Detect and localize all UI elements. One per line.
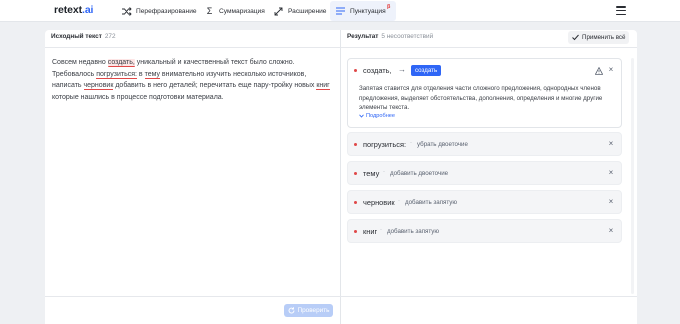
list-icon bbox=[335, 6, 346, 17]
footer-divider bbox=[45, 296, 637, 297]
source-title: Исходный текст 272 bbox=[51, 33, 116, 40]
hamburger-icon[interactable] bbox=[616, 6, 626, 15]
text-segment: которые нашлись в процессе подготовки ма… bbox=[52, 93, 224, 101]
error-word: тему bbox=[363, 169, 380, 178]
source-char-count: 272 bbox=[104, 33, 116, 40]
nav-punctuation[interactable]: Пунктуация β bbox=[330, 1, 396, 21]
panel-divider bbox=[340, 30, 341, 324]
error-highlight[interactable]: создать, bbox=[107, 59, 135, 67]
fix-hint: убрать двоеточие bbox=[417, 141, 468, 148]
top-bar: retext.ai Перефразирование Σ Суммаризаци… bbox=[0, 0, 680, 22]
fix-hint: добавить двоеточие bbox=[390, 170, 449, 177]
error-word: создать, bbox=[363, 66, 392, 75]
beta-badge: β bbox=[387, 4, 391, 10]
nav-punctuation-label: Пунктуация bbox=[350, 7, 386, 15]
result-footer bbox=[341, 297, 637, 324]
error-dot bbox=[354, 143, 357, 146]
source-text[interactable]: Совсем недавно создать, уникальный и кач… bbox=[52, 57, 330, 103]
refresh-icon bbox=[288, 307, 294, 314]
warning-icon[interactable] bbox=[595, 67, 603, 75]
close-icon[interactable]: × bbox=[607, 169, 615, 177]
logo[interactable]: retext.ai bbox=[54, 4, 93, 16]
rule-description: Запятая ставится для отделения части сло… bbox=[359, 85, 603, 112]
check-button-label: Проверить bbox=[297, 307, 330, 314]
suggestion-card-expanded[interactable]: создать, → создать × Запятая ставится дл… bbox=[347, 58, 622, 128]
error-dot bbox=[354, 172, 357, 175]
more-link[interactable]: Подробнее bbox=[359, 113, 395, 119]
error-highlight[interactable]: книг bbox=[316, 82, 330, 91]
close-icon[interactable]: × bbox=[607, 66, 615, 74]
error-dot bbox=[354, 69, 357, 72]
separator-dot: · bbox=[383, 169, 385, 175]
sigma-icon: Σ bbox=[206, 6, 213, 16]
suggestion-row[interactable]: книг · добавить запятую × bbox=[347, 219, 622, 243]
nav-summarize[interactable]: Σ Суммаризация bbox=[199, 0, 270, 22]
result-title: Результат 5 несоответствий bbox=[347, 33, 434, 40]
apply-all-label: Применить всё bbox=[582, 34, 626, 41]
error-dot bbox=[354, 230, 357, 233]
close-icon[interactable]: × bbox=[607, 140, 615, 148]
separator-dot: · bbox=[398, 198, 400, 204]
fix-hint: добавить запятую bbox=[405, 199, 458, 206]
suggestion-chip[interactable]: создать bbox=[411, 65, 442, 76]
result-header-divider bbox=[341, 47, 637, 48]
text-segment: добавить в него деталей; перечитать еще … bbox=[113, 82, 317, 90]
close-icon[interactable]: × bbox=[607, 227, 615, 235]
text-segment: Совсем недавно bbox=[52, 59, 108, 66]
result-scrollbar[interactable] bbox=[631, 58, 634, 294]
nav-summarize-label: Суммаризация bbox=[219, 7, 265, 15]
nav-paraphrase[interactable]: Перефразирование bbox=[116, 0, 202, 22]
check-button[interactable]: Проверить bbox=[284, 304, 333, 317]
mismatch-count: 5 несоответствий bbox=[381, 33, 434, 40]
text-segment: в bbox=[136, 70, 145, 78]
suggestion-row[interactable]: черновик · добавить запятую × bbox=[347, 190, 622, 214]
arrow-right-icon: → bbox=[398, 65, 406, 74]
nav-expand-label: Расширение bbox=[288, 7, 327, 15]
error-word: книг bbox=[363, 227, 378, 236]
error-word: черновик bbox=[363, 198, 395, 207]
chevron-down-icon bbox=[359, 114, 364, 118]
nav-expand[interactable]: Расширение bbox=[268, 0, 331, 22]
check-icon bbox=[572, 34, 579, 41]
error-highlight[interactable]: черновик bbox=[83, 82, 114, 91]
more-link-label: Подробнее bbox=[366, 113, 396, 119]
suggestion-row[interactable]: погрузиться: · убрать двоеточие × bbox=[347, 132, 622, 156]
error-highlight[interactable]: погрузиться: bbox=[96, 70, 137, 79]
separator-dot: · bbox=[410, 140, 412, 146]
suggestion-row[interactable]: тему · добавить двоеточие × bbox=[347, 161, 622, 185]
error-word: погрузиться: bbox=[363, 140, 407, 149]
error-dot bbox=[354, 201, 357, 204]
expand-icon bbox=[273, 6, 284, 17]
shuffle-icon bbox=[121, 6, 132, 17]
separator-dot: · bbox=[380, 227, 382, 233]
close-icon[interactable]: × bbox=[607, 198, 615, 206]
error-highlight[interactable]: тему bbox=[144, 70, 160, 79]
nav-paraphrase-label: Перефразирование bbox=[136, 7, 197, 15]
apply-all-button[interactable]: Применить всё bbox=[568, 31, 630, 44]
fix-hint: добавить запятую bbox=[387, 228, 440, 235]
source-header-divider bbox=[45, 47, 340, 48]
